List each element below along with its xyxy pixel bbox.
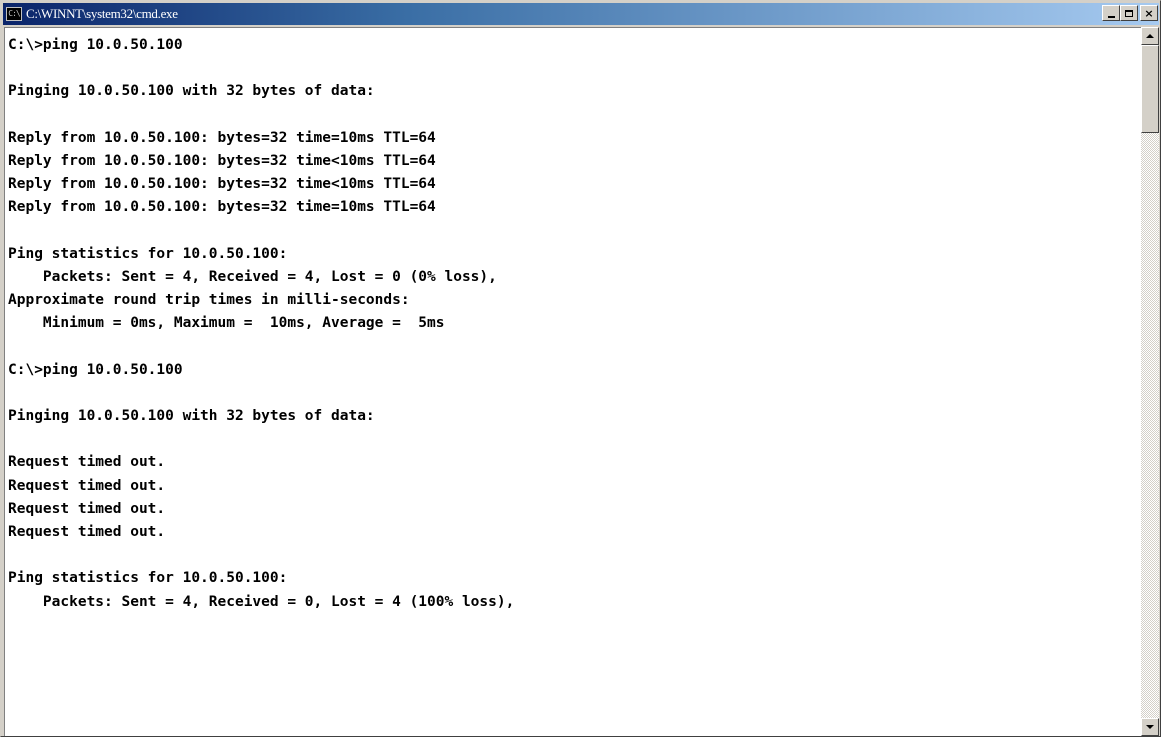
console-line: Request timed out. bbox=[8, 477, 166, 494]
console-line: Request timed out. bbox=[8, 500, 166, 517]
console-line: Pinging 10.0.50.100 with 32 bytes of dat… bbox=[8, 408, 375, 424]
console-line: Request timed out. bbox=[8, 523, 166, 540]
console-line: Packets: Sent = 4, Received = 4, Lost = … bbox=[8, 268, 497, 285]
console-line: Approximate round trip times in milli-se… bbox=[8, 292, 410, 309]
console-text: C:\>ping 10.0.50.100 Pinging 10.0.50.100 … bbox=[5, 28, 1141, 614]
console-line: Reply from 10.0.50.100: bytes=32 time<10… bbox=[8, 176, 436, 193]
console-line: Reply from 10.0.50.100: bytes=32 time=10… bbox=[8, 129, 436, 146]
close-button[interactable]: × bbox=[1140, 5, 1158, 21]
console-line: Pinging 10.0.50.100 with 32 bytes of dat… bbox=[8, 83, 375, 100]
close-icon: × bbox=[1144, 6, 1154, 20]
console-line: Ping statistics for 10.0.50.100: bbox=[8, 245, 288, 262]
console-line: Request timed out. bbox=[8, 454, 166, 471]
scrollbar-thumb[interactable] bbox=[1141, 45, 1159, 133]
console-line: C:\>ping 10.0.50.100 bbox=[8, 361, 183, 378]
console-output[interactable]: C:\>ping 10.0.50.100 Pinging 10.0.50.100 … bbox=[4, 27, 1141, 736]
console-line: C:\>ping 10.0.50.100 bbox=[8, 37, 183, 53]
vertical-scrollbar[interactable] bbox=[1141, 27, 1159, 736]
console-window: C:\ C:\WINNT\system32\cmd.exe × C:\>ping… bbox=[0, 0, 1161, 737]
console-icon-glyph: C:\ bbox=[8, 9, 20, 18]
minimize-icon bbox=[1107, 15, 1115, 18]
scroll-up-button[interactable] bbox=[1141, 27, 1159, 45]
console-icon[interactable]: C:\ bbox=[6, 7, 22, 21]
console-line: Packets: Sent = 4, Received = 0, Lost = … bbox=[8, 593, 515, 610]
scroll-up-arrow-icon bbox=[1146, 34, 1154, 38]
window-controls: × bbox=[1102, 5, 1158, 21]
console-line: Reply from 10.0.50.100: bytes=32 time<10… bbox=[8, 152, 436, 169]
maximize-button[interactable] bbox=[1120, 5, 1138, 21]
window-title: C:\WINNT\system32\cmd.exe bbox=[26, 6, 178, 21]
scroll-down-arrow-icon bbox=[1146, 725, 1154, 729]
scroll-down-button[interactable] bbox=[1141, 718, 1159, 736]
console-line: Ping statistics for 10.0.50.100: bbox=[8, 570, 288, 587]
console-line: Reply from 10.0.50.100: bytes=32 time=10… bbox=[8, 199, 436, 216]
title-bar[interactable]: C:\ C:\WINNT\system32\cmd.exe × bbox=[3, 3, 1159, 25]
maximize-icon bbox=[1125, 9, 1133, 17]
console-line: Minimum = 0ms, Maximum = 10ms, Average =… bbox=[8, 315, 445, 332]
minimize-button[interactable] bbox=[1102, 5, 1120, 21]
